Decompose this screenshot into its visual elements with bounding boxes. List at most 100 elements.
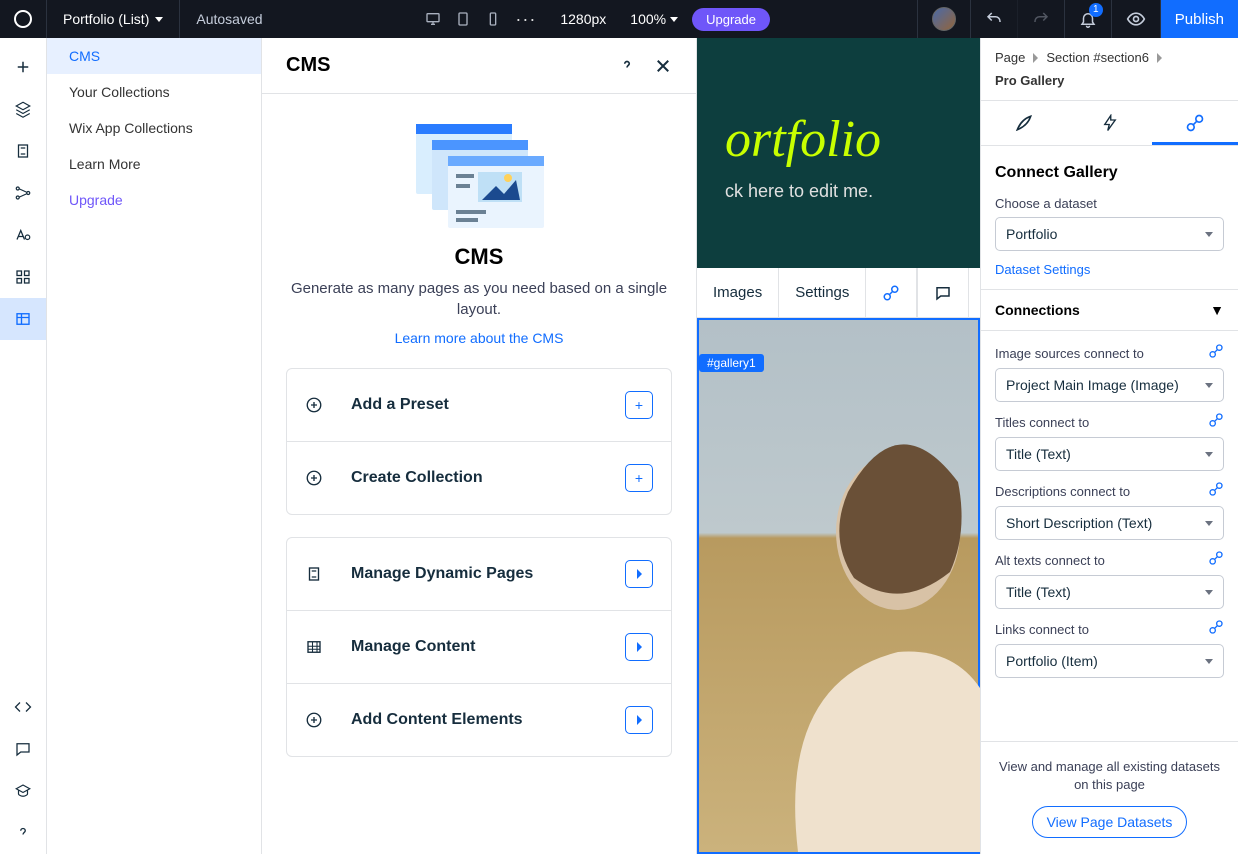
typography-icon[interactable] [0, 214, 46, 256]
footer-text: View and manage all existing datasets on… [999, 758, 1220, 794]
hero-section[interactable]: ortfolio ck here to edit me. [697, 38, 980, 268]
tab-settings[interactable]: Settings [779, 268, 866, 317]
learn-icon[interactable] [0, 770, 46, 812]
more-devices-icon[interactable]: ··· [515, 9, 536, 30]
breadcrumb-item[interactable]: Page [995, 50, 1025, 65]
field-label: Links connect to [995, 622, 1089, 637]
cms-card[interactable]: Create Collection+ [287, 441, 671, 514]
chevron-down-icon [1205, 232, 1213, 237]
learn-more-link[interactable]: Learn more about the CMS [286, 330, 672, 346]
canvas-width[interactable]: 1280px [550, 11, 616, 27]
upgrade-button[interactable]: Upgrade [692, 8, 770, 31]
field-label: Image sources connect to [995, 346, 1144, 361]
cms-panel-heading: CMS [286, 54, 330, 77]
top-bar: Portfolio (List) Autosaved ··· 1280px 10… [0, 0, 1238, 38]
bind-icon[interactable] [1208, 412, 1224, 433]
chevron-right-icon [1033, 53, 1038, 63]
sidelist-item[interactable]: CMS [47, 38, 261, 74]
sidelist-item[interactable]: Your Collections [47, 74, 261, 110]
bind-icon[interactable] [1208, 550, 1224, 571]
field-label: Descriptions connect to [995, 484, 1130, 499]
arrow-button[interactable] [625, 706, 653, 734]
cms-card[interactable]: Add Content Elements [287, 683, 671, 756]
mobile-device-icon[interactable] [485, 11, 501, 27]
notifications-button[interactable]: 1 [1064, 0, 1111, 38]
help-icon[interactable] [618, 57, 636, 75]
tablet-device-icon[interactable] [455, 11, 471, 27]
inspector-tabs [981, 101, 1238, 146]
element-tag[interactable]: #gallery1 [699, 354, 764, 372]
network-icon[interactable] [0, 172, 46, 214]
add-icon[interactable] [0, 46, 46, 88]
gallery-image[interactable] [697, 318, 980, 854]
autosave-status: Autosaved [180, 0, 278, 38]
tab-images[interactable]: Images [697, 268, 779, 317]
sidelist-item[interactable]: Upgrade [47, 182, 261, 218]
sidelist-item[interactable]: Wix App Collections [47, 110, 261, 146]
breadcrumb-item[interactable]: Section #section6 [1046, 50, 1149, 65]
side-list-panel: CMSYour CollectionsWix App CollectionsLe… [47, 38, 262, 854]
plus-circle-icon [305, 711, 323, 729]
bind-icon[interactable] [1208, 619, 1224, 640]
plus-circle-icon [305, 469, 323, 487]
undo-button[interactable] [970, 0, 1017, 38]
close-icon[interactable] [654, 57, 672, 75]
plus-button[interactable]: + [625, 391, 653, 419]
animation-tab-icon[interactable] [1067, 101, 1153, 145]
cms-icon[interactable] [0, 298, 46, 340]
field-dropdown[interactable]: Project Main Image (Image) [995, 368, 1224, 402]
photo-placeholder [697, 382, 980, 852]
zoom-selector[interactable]: 100% [630, 11, 678, 27]
dev-mode-icon[interactable] [0, 686, 46, 728]
cms-card[interactable]: Add a Preset+ [287, 369, 671, 441]
apps-icon[interactable] [0, 256, 46, 298]
preview-button[interactable] [1111, 0, 1160, 38]
help-icon[interactable] [0, 812, 46, 854]
caret-down-icon: ▼ [1210, 302, 1224, 318]
card-label: Add a Preset [351, 396, 625, 414]
chat-icon[interactable] [0, 728, 46, 770]
design-tab-icon[interactable] [981, 101, 1067, 145]
card-label: Manage Dynamic Pages [351, 565, 625, 583]
field-dropdown[interactable]: Short Description (Text) [995, 506, 1224, 540]
connections-accordion[interactable]: Connections ▼ [981, 289, 1238, 331]
sidelist-item[interactable]: Learn More [47, 146, 261, 182]
section-title: Connect Gallery [995, 164, 1224, 182]
breadcrumb-item[interactable]: Pro Gallery [995, 73, 1064, 88]
logo[interactable] [0, 0, 47, 38]
connect-data-icon[interactable] [866, 268, 917, 317]
field-dropdown[interactable]: Title (Text) [995, 437, 1224, 471]
chevron-down-icon [1205, 590, 1213, 595]
inspector-panel: Page Section #section6 Pro Gallery Conne… [980, 38, 1238, 854]
field-dropdown[interactable]: Portfolio (Item) [995, 644, 1224, 678]
connect-tab-icon[interactable] [1152, 101, 1238, 145]
page-icon[interactable] [0, 130, 46, 172]
comment-icon[interactable] [917, 268, 969, 317]
field-dropdown[interactable]: Title (Text) [995, 575, 1224, 609]
chevron-down-icon [1205, 452, 1213, 457]
arrow-button[interactable] [625, 560, 653, 588]
help-icon[interactable] [969, 268, 980, 317]
bind-icon[interactable] [1208, 343, 1224, 364]
card-label: Create Collection [351, 469, 625, 487]
inspector-footer: View and manage all existing datasets on… [981, 741, 1238, 854]
canvas: ortfolio ck here to edit me. #gallery1 I… [697, 38, 980, 854]
avatar[interactable] [917, 0, 970, 38]
view-page-datasets-button[interactable]: View Page Datasets [1032, 806, 1188, 838]
layers-icon[interactable] [0, 88, 46, 130]
notification-badge: 1 [1089, 3, 1103, 17]
bind-icon[interactable] [1208, 481, 1224, 502]
choose-dataset-label: Choose a dataset [995, 196, 1224, 211]
redo-button[interactable] [1017, 0, 1064, 38]
project-selector[interactable]: Portfolio (List) [47, 0, 180, 38]
dataset-settings-link[interactable]: Dataset Settings [995, 262, 1090, 277]
chevron-down-icon [670, 17, 678, 22]
chevron-down-icon [1205, 383, 1213, 388]
dataset-dropdown[interactable]: Portfolio [995, 217, 1224, 251]
cms-card[interactable]: Manage Content [287, 610, 671, 683]
cms-card[interactable]: Manage Dynamic Pages [287, 538, 671, 610]
plus-button[interactable]: + [625, 464, 653, 492]
desktop-device-icon[interactable] [425, 11, 441, 27]
publish-button[interactable]: Publish [1160, 0, 1238, 38]
arrow-button[interactable] [625, 633, 653, 661]
